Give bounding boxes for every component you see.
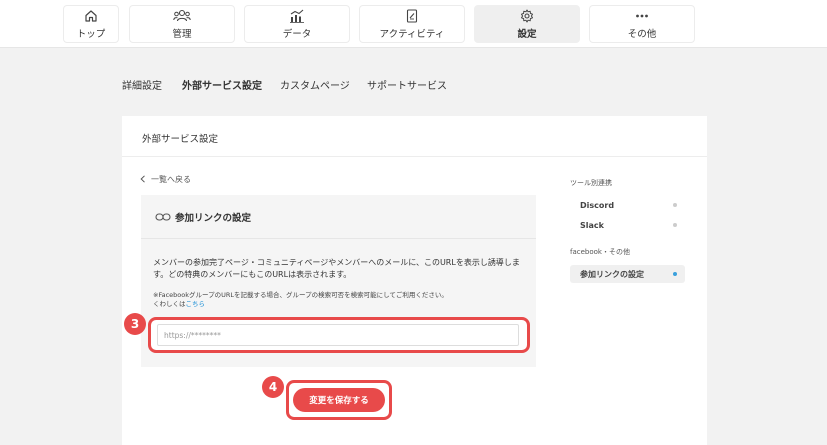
nav-item-data[interactable]: データ [244, 5, 350, 43]
top-navigation: トップ 管理 データ アクティビティ 設定 その他 [0, 0, 827, 48]
join-url-input[interactable] [157, 324, 519, 346]
home-icon [84, 9, 98, 23]
sidebar-item-label: 参加リンクの設定 [580, 269, 644, 279]
save-button[interactable]: 変更を保存する [293, 388, 385, 412]
nav-item-label: アクティビティ [379, 28, 445, 40]
save-button-highlight: 変更を保存する [286, 380, 392, 420]
tab-custom-page[interactable]: カスタムページ [280, 77, 350, 92]
link-icon [155, 207, 171, 226]
more-icon [635, 9, 649, 23]
step-badge-4: 4 [262, 376, 284, 398]
step-badge-3: 3 [124, 313, 146, 335]
note-line-2: くわしくは [153, 300, 186, 308]
status-dot [673, 223, 677, 227]
nav-item-label: 管理 [172, 28, 192, 40]
sidebar-item-slack[interactable]: Slack [570, 216, 685, 234]
sidebar-item-label: Discord [580, 200, 615, 210]
back-link[interactable]: 一覧へ戻る [140, 174, 191, 185]
status-dot [673, 272, 677, 276]
chevron-left-icon [140, 174, 146, 185]
chart-icon [289, 9, 305, 23]
sidebar-item-join-link[interactable]: 参加リンクの設定 [570, 265, 685, 283]
sidebar-section-facebook: facebook・その他 [570, 248, 630, 256]
nav-item-label: トップ [76, 28, 106, 40]
url-input-highlight [148, 317, 530, 353]
panel-note: ※FacebookグループのURLを記載する場合、グループの検索可否を検索可能に… [153, 291, 531, 309]
nav-item-label: データ [282, 28, 312, 40]
sidebar-section-tools: ツール別連携 [570, 179, 612, 187]
tab-detail-settings[interactable]: 詳細設定 [122, 77, 162, 92]
nav-item-settings[interactable]: 設定 [474, 5, 580, 43]
gear-icon [520, 9, 534, 23]
nav-item-label: その他 [627, 28, 657, 40]
status-dot [673, 203, 677, 207]
sidebar-item-discord[interactable]: Discord [570, 196, 685, 214]
document-icon [406, 8, 418, 23]
panel-header: 参加リンクの設定 [141, 195, 536, 239]
details-link[interactable]: こちら [186, 300, 206, 308]
sidebar-item-label: Slack [580, 220, 604, 230]
nav-item-label: 設定 [517, 28, 537, 40]
nav-item-activity[interactable]: アクティビティ [359, 5, 465, 43]
users-icon [173, 9, 191, 23]
tab-external-services[interactable]: 外部サービス設定 [182, 77, 262, 92]
back-link-label: 一覧へ戻る [151, 175, 191, 184]
note-line-1: ※FacebookグループのURLを記載する場合、グループの検索可否を検索可能に… [153, 291, 448, 299]
card-title: 外部サービス設定 [142, 134, 219, 145]
tab-support-service[interactable]: サポートサービス [367, 77, 447, 92]
nav-item-top[interactable]: トップ [63, 5, 119, 43]
panel-title: 参加リンクの設定 [175, 212, 252, 224]
nav-item-more[interactable]: その他 [589, 5, 695, 43]
panel-description: メンバーの参加完了ページ・コミュニティページやメンバーへのメールに、このURLを… [153, 258, 520, 279]
card-divider [122, 156, 707, 157]
nav-item-manage[interactable]: 管理 [129, 5, 235, 43]
